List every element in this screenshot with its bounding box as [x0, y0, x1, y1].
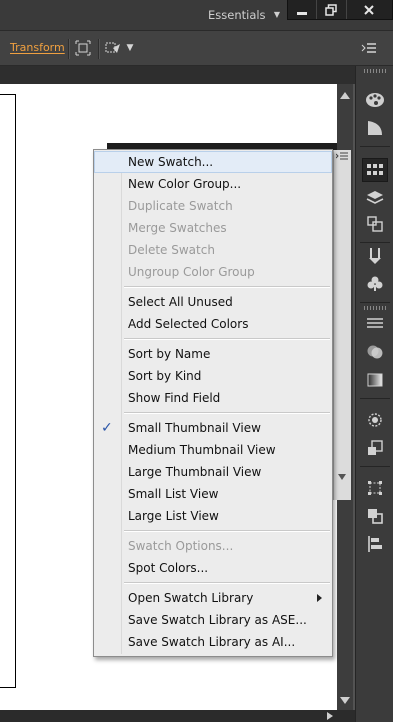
- swatches-panel-menu: New Swatch... New Color Group... Duplicate…: [93, 149, 333, 657]
- menu-item-label: Large Thumbnail View: [128, 465, 262, 479]
- menu-item-ungroup-color-group[interactable]: Ungroup Color Group: [94, 261, 332, 283]
- menu-item-select-all-unused[interactable]: Select All Unused: [94, 291, 332, 313]
- restore-icon[interactable]: [316, 0, 345, 19]
- divider: [68, 39, 70, 59]
- artboard: [0, 94, 16, 688]
- dock-grip[interactable]: [364, 69, 386, 73]
- horizontal-scrollbar[interactable]: [0, 710, 355, 722]
- menu-item-large-list-view[interactable]: Large List View: [94, 505, 332, 527]
- dock-divider: [360, 398, 390, 399]
- menu-item-label: Select All Unused: [128, 295, 233, 309]
- submenu-arrow-icon: [317, 594, 322, 602]
- menu-item-new-swatch[interactable]: New Swatch...: [94, 151, 332, 173]
- menu-separator: [124, 582, 330, 584]
- stroke-icon[interactable]: [362, 312, 388, 336]
- menu-item-label: Small List View: [128, 487, 219, 501]
- menu-item-label: Save Swatch Library as ASE...: [128, 613, 307, 627]
- color-guide-icon[interactable]: [362, 88, 388, 112]
- menu-item-add-selected-colors[interactable]: Add Selected Colors: [94, 313, 332, 335]
- menu-separator: [124, 530, 330, 532]
- layers-icon[interactable]: [362, 186, 388, 210]
- menu-item-sort-by-kind[interactable]: Sort by Kind: [94, 365, 332, 387]
- chevron-down-icon: ▼: [273, 10, 280, 19]
- brushes-icon[interactable]: [362, 244, 388, 268]
- scroll-down-icon[interactable]: [338, 474, 346, 480]
- transform-icon[interactable]: [104, 39, 122, 57]
- divider: [98, 39, 100, 59]
- menu-item-label: Show Find Field: [128, 391, 221, 405]
- dock-divider: [360, 242, 390, 243]
- menu-item-open-swatch-library[interactable]: Open Swatch Library: [94, 587, 332, 609]
- menu-item-label: Sort by Name: [128, 347, 211, 361]
- artboards-icon[interactable]: [362, 212, 388, 236]
- scroll-up-icon[interactable]: [340, 92, 350, 99]
- appearance-icon[interactable]: [362, 408, 388, 432]
- control-bar: Transform ▼: [0, 30, 393, 66]
- menu-item-delete-swatch[interactable]: Delete Swatch: [94, 239, 332, 261]
- menu-item-label: Swatch Options...: [128, 539, 234, 553]
- close-icon[interactable]: [345, 0, 392, 19]
- menu-item-new-color-group[interactable]: New Color Group...: [94, 173, 332, 195]
- symbols-icon[interactable]: [362, 272, 388, 296]
- scroll-right-icon[interactable]: [327, 712, 333, 720]
- menu-item-label: Add Selected Colors: [128, 317, 249, 331]
- window-controls: [287, 0, 393, 20]
- menu-item-label: Spot Colors...: [128, 561, 209, 575]
- swatches-panel-scrollbar[interactable]: [333, 150, 351, 500]
- menu-separator: [124, 412, 330, 414]
- menu-item-label: Ungroup Color Group: [128, 265, 255, 279]
- menu-item-label: Open Swatch Library: [128, 591, 254, 605]
- menu-item-medium-thumbnail-view[interactable]: Medium Thumbnail View: [94, 439, 332, 461]
- menu-item-swatch-options[interactable]: Swatch Options...: [94, 535, 332, 557]
- align-to-selection-icon[interactable]: [74, 39, 92, 57]
- document-tab-bar: [0, 66, 355, 84]
- menu-item-label: Save Swatch Library as AI...: [128, 635, 296, 649]
- dock-grip[interactable]: [364, 306, 386, 310]
- panel-menu-icon[interactable]: [335, 152, 348, 162]
- menu-item-save-swatch-library-as-ase[interactable]: Save Swatch Library as ASE...: [94, 609, 332, 631]
- menu-item-show-find-field[interactable]: Show Find Field: [94, 387, 332, 409]
- menu-separator: [124, 286, 330, 288]
- transform-link[interactable]: Transform: [10, 41, 65, 54]
- workspace-switcher[interactable]: Essentials ▼: [200, 4, 286, 26]
- menu-item-label: New Swatch...: [128, 155, 214, 169]
- menu-item-sort-by-name[interactable]: Sort by Name: [94, 343, 332, 365]
- scroll-down-icon[interactable]: [340, 697, 350, 704]
- dropdown-caret-icon[interactable]: ▼: [124, 39, 136, 57]
- panel-menu-icon[interactable]: [360, 39, 378, 57]
- menu-item-label: Large List View: [128, 509, 219, 523]
- menu-item-label: Merge Swatches: [128, 221, 227, 235]
- dock-divider: [360, 302, 390, 303]
- dock-divider: [360, 146, 390, 147]
- pathfinder-icon[interactable]: [362, 504, 388, 528]
- minimize-icon[interactable]: [288, 0, 316, 19]
- workspace-label: Essentials: [208, 8, 266, 22]
- menu-item-label: New Color Group...: [128, 177, 242, 191]
- menu-item-small-list-view[interactable]: Small List View: [94, 483, 332, 505]
- gradient-icon[interactable]: [362, 368, 388, 392]
- menu-item-small-thumbnail-view[interactable]: ✓ Small Thumbnail View: [94, 417, 332, 439]
- menu-item-label: Delete Swatch: [128, 243, 215, 257]
- transform-panel-icon[interactable]: [362, 476, 388, 500]
- dock-divider: [360, 466, 390, 467]
- application-bar: Essentials ▼: [0, 0, 393, 30]
- transparency-icon[interactable]: [362, 340, 388, 364]
- checkmark-icon: ✓: [101, 420, 113, 436]
- menu-item-label: Duplicate Swatch: [128, 199, 233, 213]
- swatches-icon[interactable]: [362, 158, 388, 182]
- menu-item-label: Medium Thumbnail View: [128, 443, 276, 457]
- menu-item-label: Small Thumbnail View: [128, 421, 261, 435]
- menu-item-save-swatch-library-as-ai[interactable]: Save Swatch Library as AI...: [94, 631, 332, 653]
- graphic-styles-icon[interactable]: [362, 436, 388, 460]
- menu-item-large-thumbnail-view[interactable]: Large Thumbnail View: [94, 461, 332, 483]
- menu-item-spot-colors[interactable]: Spot Colors...: [94, 557, 332, 579]
- menu-item-merge-swatches[interactable]: Merge Swatches: [94, 217, 332, 239]
- panel-dock: [355, 66, 393, 722]
- color-icon[interactable]: [362, 116, 388, 140]
- align-icon[interactable]: [362, 532, 388, 556]
- menu-item-label: Sort by Kind: [128, 369, 202, 383]
- menu-item-duplicate-swatch[interactable]: Duplicate Swatch: [94, 195, 332, 217]
- menu-separator: [124, 338, 330, 340]
